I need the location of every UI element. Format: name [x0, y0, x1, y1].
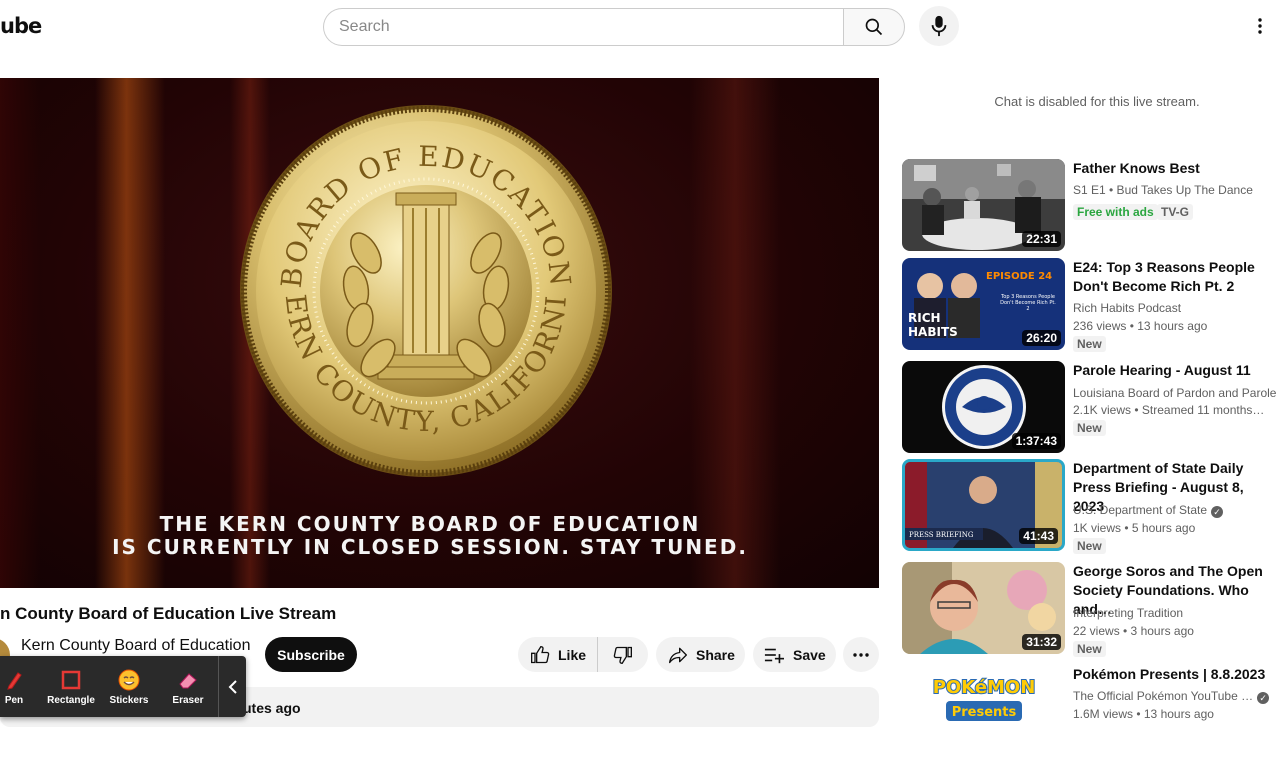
annotation-toolbar: Pen Rectangle Stickers Eraser	[0, 656, 246, 717]
video-thumbnail[interactable]: POKéMON Presents	[902, 665, 1065, 757]
save-label: Save	[793, 646, 826, 663]
video-thumbnail[interactable]: RICH HABITS EPISODE 24 Top 3 Reasons Peo…	[902, 258, 1065, 350]
more-horizontal-icon	[853, 652, 869, 657]
channel-name[interactable]: Interpreting Tradition	[1073, 606, 1183, 620]
voice-search-button[interactable]	[919, 6, 959, 46]
rating-badge: TV-G	[1157, 204, 1194, 220]
smiley-sticker-icon	[118, 669, 140, 691]
video-stats: 1K views • 5 hours ago	[1073, 521, 1196, 535]
video-title: n County Board of Education Live Stream	[0, 604, 337, 623]
recommendation-title[interactable]: Parole Hearing - August 11	[1073, 361, 1273, 380]
closed-session-banner: THE KERN COUNTY BOARD OF EDUCATION IS CU…	[0, 513, 860, 559]
thumbnail-art: POKéMON Presents	[902, 665, 1065, 757]
like-dislike-group: Like	[518, 637, 648, 672]
video-stats: 1.6M views • 13 hours ago	[1073, 707, 1214, 721]
recommendation-title[interactable]: Pokémon Presents | 8.8.2023	[1073, 665, 1273, 684]
settings-menu-button[interactable]	[1248, 12, 1272, 40]
eraser-tool[interactable]: Eraser	[166, 656, 210, 717]
new-badge: New	[1073, 641, 1106, 657]
pen-label: Pen	[4, 695, 24, 706]
recommendation-item[interactable]: POKéMON Presents Pokémon Presents | 8.8.…	[902, 665, 1280, 757]
video-stats: 2.1K views • Streamed 11 months…	[1073, 403, 1265, 417]
verified-icon: ✓	[1257, 692, 1270, 704]
thumb-logo-2: Presents	[952, 705, 1017, 720]
recommendation-item[interactable]: RICH HABITS EPISODE 24 Top 3 Reasons Peo…	[902, 258, 1280, 352]
search-button[interactable]	[843, 8, 905, 46]
new-badge: New	[1073, 538, 1106, 554]
video-thumbnail[interactable]: PRESS BRIEFING 41:43	[902, 459, 1065, 551]
thumb-brand-2: HABITS	[908, 325, 958, 339]
video-thumbnail[interactable]: 22:31	[902, 159, 1065, 251]
new-badge: New	[1073, 420, 1106, 436]
video-thumbnail[interactable]: 1:37:43	[902, 361, 1065, 453]
rectangle-tool[interactable]: Rectangle	[44, 656, 98, 717]
channel-name[interactable]: Louisiana Board of Pardon and Parole	[1073, 386, 1276, 400]
collapse-toolbar-button[interactable]	[218, 656, 246, 717]
channel-name[interactable]: Rich Habits Podcast	[1073, 301, 1181, 315]
thumb-logo: POKéMON	[933, 677, 1036, 698]
duration-badge: 41:43	[1019, 528, 1058, 544]
mic-icon	[931, 15, 947, 37]
search-input[interactable]	[323, 8, 844, 46]
more-actions-button[interactable]	[843, 637, 879, 672]
channel-name[interactable]: The Official Pokémon YouTube … ✓	[1073, 689, 1270, 704]
pen-icon	[7, 672, 22, 690]
dislike-button[interactable]	[598, 637, 648, 672]
recommendation-item[interactable]: PRESS BRIEFING 41:43 Department of State…	[902, 459, 1280, 554]
banner-line-1: THE KERN COUNTY BOARD OF EDUCATION	[159, 512, 701, 536]
video-stats: 22 views • 3 hours ago	[1073, 624, 1194, 638]
board-of-education-seal: BOARD OF EDUCATION KERN COUNTY, CALIFORN…	[238, 103, 612, 477]
free-with-ads-badge: Free with ads	[1073, 204, 1158, 220]
subscribe-button[interactable]: Subscribe	[265, 637, 357, 672]
stickers-label: Stickers	[109, 695, 149, 706]
channel-name[interactable]: Kern County Board of Education	[21, 637, 250, 655]
youtube-logo-text[interactable]: ube	[0, 14, 42, 38]
recommendation-item[interactable]: 1:37:43 Parole Hearing - August 11 Louis…	[902, 361, 1280, 453]
like-button[interactable]: Like	[518, 637, 598, 672]
share-button[interactable]: Share	[656, 637, 745, 672]
recommendation-title[interactable]: E24: Top 3 Reasons People Don't Become R…	[1073, 258, 1273, 296]
episode-info: S1 E1 • Bud Takes Up The Dance	[1073, 183, 1253, 197]
description-timestamp: utes ago	[243, 700, 301, 716]
recommendation-title[interactable]: Father Knows Best	[1073, 159, 1273, 178]
duration-badge: 1:37:43	[1011, 433, 1061, 449]
curtain-shadow	[0, 78, 40, 588]
playlist-add-icon	[764, 648, 784, 663]
stickers-tool[interactable]: Stickers	[104, 656, 154, 717]
rectangle-label: Rectangle	[47, 695, 95, 706]
channel-name[interactable]: U.S. Department of State ✓	[1073, 503, 1224, 518]
save-button[interactable]: Save	[753, 637, 836, 672]
share-icon	[669, 647, 687, 663]
thumb-caption: Top 3 Reasons People Don't Become Rich P…	[1000, 294, 1056, 312]
thumb-brand-1: RICH	[908, 311, 941, 325]
kebab-menu-icon	[1258, 18, 1262, 34]
chevron-left-icon	[228, 679, 237, 694]
verified-icon: ✓	[1211, 506, 1224, 518]
eraser-label: Eraser	[172, 695, 204, 706]
duration-badge: 22:31	[1022, 231, 1061, 247]
banner-line-2: IS CURRENTLY IN CLOSED SESSION. STAY TUN…	[112, 535, 748, 559]
thumbs-down-icon	[613, 646, 632, 664]
thumbs-up-icon	[531, 645, 550, 663]
rectangle-icon	[61, 670, 81, 690]
thumb-episode: EPISODE 24	[986, 271, 1052, 282]
video-thumbnail[interactable]: 31:32	[902, 562, 1065, 654]
thumb-caption: PRESS BRIEFING	[909, 531, 974, 539]
video-stats: 236 views • 13 hours ago	[1073, 319, 1208, 333]
new-badge: New	[1073, 336, 1106, 352]
duration-badge: 26:20	[1022, 330, 1061, 346]
eraser-icon	[179, 673, 197, 689]
like-label: Like	[558, 646, 587, 663]
recommendation-item[interactable]: 22:31 Father Knows Best S1 E1 • Bud Take…	[902, 159, 1280, 251]
duration-badge: 31:32	[1022, 634, 1061, 650]
search-icon	[865, 18, 883, 36]
recommendation-item[interactable]: 31:32 George Soros and The Open Society …	[902, 562, 1280, 657]
channel-name-text: U.S. Department of State	[1073, 503, 1208, 517]
curtain-light	[690, 78, 780, 588]
pen-tool[interactable]: Pen	[0, 656, 28, 717]
share-label: Share	[696, 646, 735, 663]
curtain-light	[95, 78, 165, 588]
chat-disabled-message: Chat is disabled for this live stream.	[994, 94, 1200, 109]
channel-name-text: The Official Pokémon YouTube …	[1073, 689, 1254, 703]
